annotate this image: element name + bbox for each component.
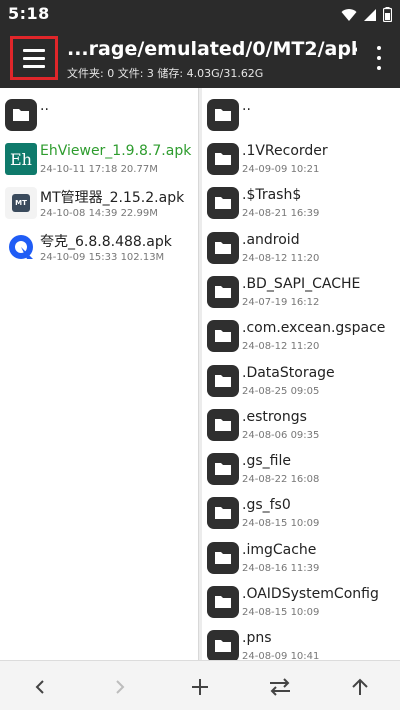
- mt-manager-app-icon-glyph: MT: [12, 194, 30, 212]
- folder-row[interactable]: .estrongs 24-08-06 09:35: [202, 404, 400, 448]
- file-row[interactable]: Eh EhViewer_1.9.8.7.apk 24-10-11 17:18 2…: [0, 138, 198, 182]
- folder-icon: [207, 187, 239, 220]
- folder-meta: 24-08-06 09:35: [242, 429, 320, 441]
- forward-icon: [116, 680, 125, 694]
- folder-icon: [207, 541, 239, 574]
- folder-name: .gs_fs0: [242, 497, 291, 514]
- storage-summary: 文件夹: 0 文件: 3 储存: 4.03G/31.62G: [67, 67, 264, 80]
- parent-directory-label: ..: [242, 98, 251, 114]
- folder-icon: [207, 143, 239, 175]
- up-icon: [352, 678, 368, 695]
- left-pane: .. Eh EhViewer_1.9.8.7.apk 24-10-11 17:1…: [0, 88, 198, 660]
- folder-icon: [207, 320, 239, 353]
- folder-meta: 24-08-12 11:20: [242, 252, 320, 264]
- more-vert-icon-dot: [377, 56, 381, 60]
- up-directory-button[interactable]: [344, 671, 376, 703]
- parent-directory-row[interactable]: ..: [0, 94, 198, 138]
- more-vert-icon: [377, 46, 381, 50]
- folder-meta: 24-08-25 09:05: [242, 385, 320, 397]
- folder-row[interactable]: .com.excean.gspace 24-08-12 11:20: [202, 315, 400, 359]
- folder-name: .com.excean.gspace: [242, 320, 386, 337]
- folder-name: .gs_file: [242, 453, 291, 470]
- hamburger-icon-bar: [23, 64, 45, 68]
- folder-row[interactable]: .gs_fs0 24-08-15 10:09: [202, 492, 400, 536]
- toolbar: ...rage/emulated/0/MT2/apks/ 文件夹: 0 文件: …: [0, 30, 400, 88]
- folder-name: .estrongs: [242, 408, 307, 425]
- status-time: 5:18: [8, 4, 50, 23]
- forward-button[interactable]: [104, 671, 136, 703]
- folder-name: .1VRecorder: [242, 143, 328, 159]
- wifi-icon: [341, 8, 357, 21]
- folder-icon: [207, 497, 239, 530]
- status-bar: 5:18: [0, 0, 400, 30]
- folder-meta: 24-08-21 16:39: [242, 208, 320, 220]
- status-icons: [341, 7, 392, 22]
- folder-icon: [207, 453, 239, 486]
- file-name: MT管理器_2.15.2.apk: [40, 190, 185, 206]
- folder-row[interactable]: .OAIDSystemConfig 24-08-15 10:09: [202, 581, 400, 625]
- folder-name: .$Trash$: [242, 187, 302, 204]
- add-icon: [192, 679, 208, 695]
- folder-meta: 24-08-15 10:09: [242, 518, 320, 530]
- folder-name: .OAIDSystemConfig: [242, 586, 379, 602]
- folder-meta: 24-08-09 10:41: [242, 651, 320, 660]
- back-button[interactable]: [24, 671, 56, 703]
- folder-icon: [207, 630, 239, 660]
- swap-panes-button[interactable]: [264, 671, 296, 703]
- folder-name: .DataStorage: [242, 364, 335, 381]
- file-meta: 24-10-08 14:39 22.99M: [40, 208, 158, 219]
- folder-row[interactable]: .android 24-08-12 11:20: [202, 227, 400, 271]
- hamburger-icon-bar: [23, 56, 45, 60]
- folder-meta: 24-08-22 16:08: [242, 474, 320, 486]
- right-pane: .. .1VRecorder 24-09-09 10:21 .$Trash$ 24-0…: [202, 88, 400, 660]
- folder-row[interactable]: .BD_SAPI_CACHE 24-07-19 16:12: [202, 271, 400, 315]
- parent-directory-row[interactable]: ..: [202, 94, 400, 138]
- folder-name: .pns: [242, 630, 272, 647]
- current-path[interactable]: ...rage/emulated/0/MT2/apks/: [67, 38, 357, 60]
- folder-name: .BD_SAPI_CACHE: [242, 275, 361, 292]
- file-row[interactable]: 夸克_6.8.8.488.apk 24-10-09 15:33 102.13M: [0, 226, 198, 270]
- folder-icon: [207, 275, 239, 308]
- folder-row[interactable]: .1VRecorder 24-09-09 10:21: [202, 138, 400, 182]
- folder-row[interactable]: .pns 24-08-09 10:41: [202, 625, 400, 660]
- parent-directory-label: ..: [40, 98, 49, 114]
- folder-row[interactable]: .DataStorage 24-08-25 09:05: [202, 360, 400, 404]
- folder-row[interactable]: .gs_file 24-08-22 16:08: [202, 448, 400, 492]
- folder-meta: 24-09-09 10:21: [242, 164, 320, 175]
- hamburger-icon: [23, 48, 45, 52]
- file-name: EhViewer_1.9.8.7.apk: [40, 143, 192, 159]
- folder-name: .imgCache: [242, 541, 317, 558]
- add-button[interactable]: [184, 671, 216, 703]
- folder-icon: [5, 99, 37, 131]
- mt-manager-app-icon: MT: [5, 187, 37, 219]
- signal-icon: [364, 8, 376, 21]
- folder-row[interactable]: .imgCache 24-08-16 11:39: [202, 537, 400, 581]
- quark-app-icon: [5, 231, 37, 263]
- folder-name: .android: [242, 231, 300, 248]
- folder-icon: [207, 231, 239, 264]
- swap-icon: [270, 678, 290, 696]
- folder-icon: [207, 586, 239, 618]
- folder-icon: [207, 99, 239, 131]
- menu-button[interactable]: [10, 36, 58, 80]
- more-vert-icon-dot: [377, 66, 381, 70]
- file-meta: 24-10-11 17:18 20.77M: [40, 164, 158, 175]
- battery-icon: [383, 7, 392, 22]
- folder-meta: 24-08-15 10:09: [242, 607, 320, 618]
- folder-meta: 24-07-19 16:12: [242, 296, 320, 308]
- file-meta: 24-10-09 15:33 102.13M: [40, 252, 165, 263]
- folder-meta: 24-08-12 11:20: [242, 341, 320, 353]
- folder-meta: 24-08-16 11:39: [242, 562, 320, 574]
- file-name: 夸克_6.8.8.488.apk: [40, 234, 172, 250]
- back-icon: [35, 680, 44, 694]
- ehviewer-app-icon: Eh: [5, 143, 37, 175]
- folder-icon: [207, 364, 239, 397]
- folder-icon: [207, 408, 239, 441]
- file-row[interactable]: MT MT管理器_2.15.2.apk 24-10-08 14:39 22.99…: [0, 182, 198, 226]
- more-options-button[interactable]: [374, 46, 384, 70]
- bottom-toolbar: [0, 660, 400, 710]
- folder-row[interactable]: .$Trash$ 24-08-21 16:39: [202, 182, 400, 226]
